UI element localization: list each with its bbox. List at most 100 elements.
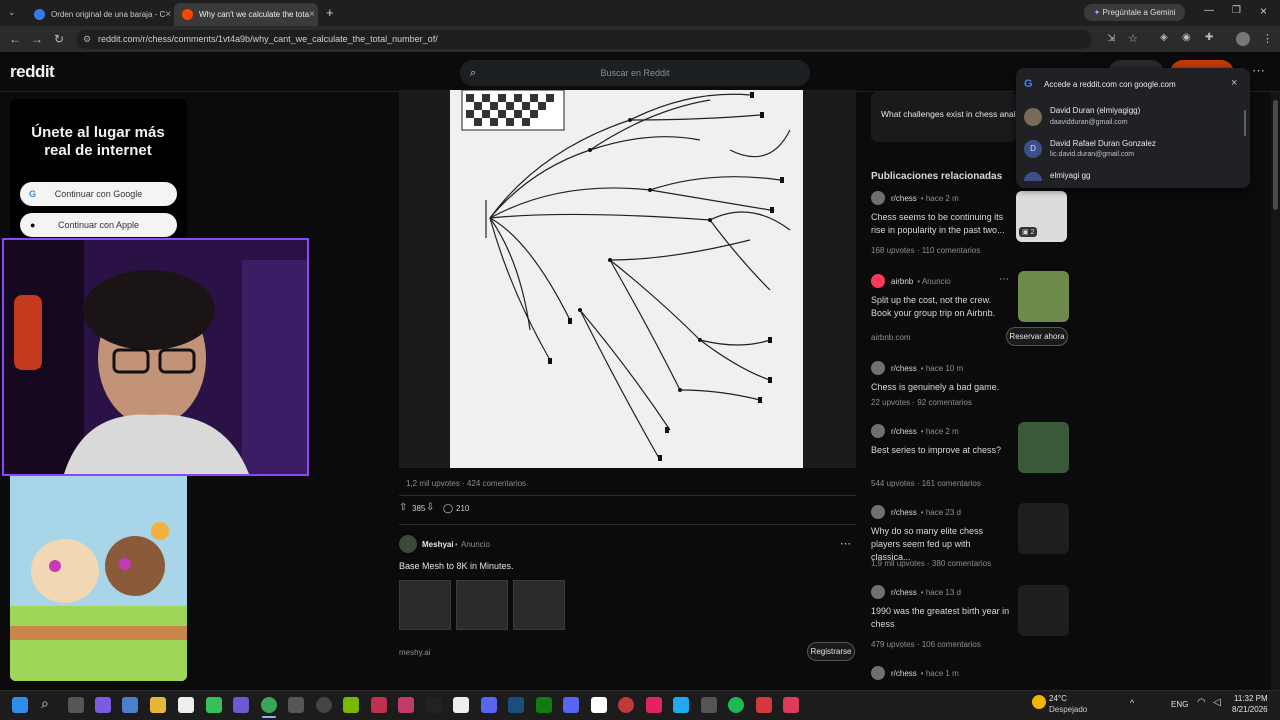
language-indicator[interactable]: ENG: [1171, 700, 1188, 709]
close-tab-icon[interactable]: ×: [309, 9, 315, 20]
advertiser-name[interactable]: Meshyai: [422, 540, 454, 549]
app-icon[interactable]: [233, 697, 249, 713]
app-icon[interactable]: [371, 697, 387, 713]
xbox-icon[interactable]: [536, 697, 552, 713]
wifi-icon[interactable]: ◠: [1197, 697, 1206, 708]
related-post-title[interactable]: Split up the cost, not the crew. Book yo…: [871, 294, 1011, 320]
obs-icon[interactable]: [316, 697, 332, 713]
related-post-thumbnail[interactable]: [1018, 422, 1069, 473]
tab-orden-original[interactable]: Orden original de una baraja - C ×: [26, 3, 174, 26]
account-name[interactable]: David Duran (elmiyagigg): [1050, 106, 1140, 115]
new-tab-button[interactable]: +: [326, 5, 334, 20]
url-field[interactable]: ⚙ reddit.com/r/chess/comments/1vt4a9b/wh…: [76, 30, 1092, 49]
site-info-icon[interactable]: ⚙: [83, 30, 91, 49]
whatsapp-icon[interactable]: [206, 697, 222, 713]
extension-icon[interactable]: ◉: [1182, 32, 1191, 43]
related-post-sub[interactable]: r/chess • hace 23 d: [871, 505, 961, 519]
account-name[interactable]: David Rafael Duran Gonzalez: [1050, 139, 1156, 148]
related-post-thumbnail[interactable]: ▣ 2: [1016, 191, 1067, 242]
nvidia-icon[interactable]: [343, 697, 359, 713]
related-post-sub[interactable]: r/chess • hace 2 m: [871, 191, 959, 205]
related-post-sub[interactable]: r/chess • hace 10 m: [871, 361, 963, 375]
extension-icon[interactable]: ◈: [1160, 32, 1168, 43]
app-icon[interactable]: [398, 697, 414, 713]
ad-thumbnail[interactable]: [399, 580, 451, 630]
continue-google-button[interactable]: G Continuar con Google: [20, 182, 177, 206]
related-post-sub[interactable]: r/chess • hace 1 m: [871, 666, 959, 680]
account-name[interactable]: elmiyagi gg: [1050, 171, 1090, 180]
related-query[interactable]: What challenges exist in chess anal: [881, 109, 1016, 119]
tiktok-icon[interactable]: [426, 697, 442, 713]
close-window-button[interactable]: ×: [1260, 4, 1267, 18]
related-post-sub[interactable]: r/chess • hace 13 d: [871, 585, 961, 599]
related-post-sub[interactable]: r/chess • hace 2 m: [871, 424, 959, 438]
gemini-button[interactable]: ✦ Pregúntale a Gemini: [1084, 4, 1185, 21]
back-button[interactable]: ←: [8, 32, 22, 46]
related-post-thumbnail[interactable]: [1018, 503, 1069, 554]
app-icon[interactable]: [288, 697, 304, 713]
account-email[interactable]: lic.david.duran@gmail.com: [1050, 151, 1134, 158]
reddit-logo[interactable]: reddit: [10, 62, 55, 82]
app-icon[interactable]: [453, 697, 469, 713]
taskbar-search-icon[interactable]: ⌕: [41, 695, 49, 712]
popup-close-icon[interactable]: ×: [1231, 77, 1237, 89]
discord-icon[interactable]: [481, 697, 497, 713]
continue-apple-button[interactable]: ● Continuar con Apple: [20, 213, 177, 237]
ad-thumbnail[interactable]: [456, 580, 508, 630]
search-input[interactable]: ⌕ Buscar en Reddit: [460, 60, 810, 86]
more-menu-icon[interactable]: ⋯: [1252, 63, 1265, 79]
app-icon[interactable]: [563, 697, 579, 713]
related-post-title[interactable]: Best series to improve at chess?: [871, 444, 1011, 457]
tab-search-icon[interactable]: ⌄: [8, 7, 16, 18]
clock-time[interactable]: 11:32 PM: [1234, 694, 1268, 703]
downvote-icon[interactable]: ⇩: [426, 502, 434, 513]
vscode-icon[interactable]: [673, 697, 689, 713]
related-post-title[interactable]: Chess seems to be continuing its rise in…: [871, 211, 1011, 237]
app-icon[interactable]: [701, 697, 717, 713]
related-post-thumbnail[interactable]: [1018, 585, 1069, 636]
close-tab-icon[interactable]: ×: [165, 9, 171, 20]
weather-icon[interactable]: [1032, 695, 1046, 709]
forward-button[interactable]: →: [30, 32, 44, 46]
popup-scrollbar[interactable]: [1244, 110, 1246, 136]
tray-chevron-icon[interactable]: ^: [1130, 698, 1134, 708]
volume-icon[interactable]: ◁: [1213, 697, 1221, 708]
bookmark-star-icon[interactable]: ☆: [1128, 32, 1138, 45]
maximize-button[interactable]: ❐: [1232, 5, 1241, 16]
reload-button[interactable]: ↻: [52, 32, 66, 46]
install-icon[interactable]: ⇲: [1107, 33, 1115, 44]
comment-icon[interactable]: ◯: [443, 503, 453, 514]
notion-icon[interactable]: [178, 697, 194, 713]
related-post-thumbnail[interactable]: [1018, 271, 1069, 322]
ad-domain[interactable]: meshy.ai: [399, 648, 430, 657]
steam-icon[interactable]: [508, 697, 524, 713]
clock-date[interactable]: 8/21/2026: [1232, 705, 1268, 714]
ad-thumbnail[interactable]: [513, 580, 565, 630]
scrollbar-thumb[interactable]: [1273, 100, 1278, 210]
airbnb-more-icon[interactable]: ⋯: [999, 274, 1009, 285]
app-icon[interactable]: [618, 697, 634, 713]
task-view-icon[interactable]: [68, 697, 84, 713]
copilot-icon[interactable]: [95, 697, 111, 713]
tab-reddit-post[interactable]: Why can't we calculate the tota ×: [174, 3, 318, 26]
chrome-icon[interactable]: [261, 697, 277, 713]
spotify-icon[interactable]: [728, 697, 744, 713]
account-email[interactable]: daavidduran@gmail.com: [1050, 119, 1128, 126]
related-post-title[interactable]: Chess is genuinely a bad game.: [871, 381, 1051, 394]
windows-start-icon[interactable]: [12, 697, 28, 713]
menu-dots-icon[interactable]: ⋮: [1262, 32, 1273, 45]
profile-avatar[interactable]: [1236, 32, 1250, 46]
file-explorer-icon[interactable]: [150, 697, 166, 713]
upvote-icon[interactable]: ⇧: [399, 502, 407, 513]
tiktok-icon[interactable]: [646, 697, 662, 713]
register-button[interactable]: Registrarse: [807, 642, 855, 661]
store-icon[interactable]: [122, 697, 138, 713]
app-icon[interactable]: [783, 697, 799, 713]
extensions-puzzle-icon[interactable]: ✚: [1205, 32, 1213, 43]
ad-domain[interactable]: airbnb.com: [871, 333, 911, 342]
related-post-title[interactable]: 1990 was the greatest birth year in ches…: [871, 605, 1011, 631]
ad-more-icon[interactable]: ⋯: [840, 537, 851, 550]
weather-temp[interactable]: 24°C: [1049, 694, 1067, 703]
app-icon[interactable]: [756, 697, 772, 713]
book-now-button[interactable]: Reservar ahora: [1006, 327, 1068, 346]
